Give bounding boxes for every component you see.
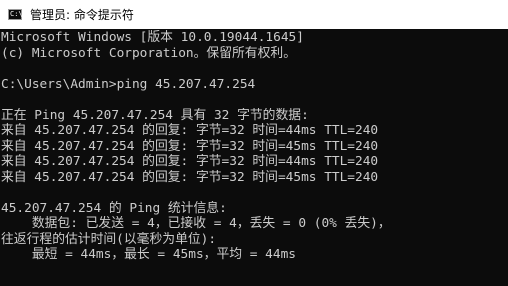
console-output[interactable]: Microsoft Windows [版本 10.0.19044.1645] (… (0, 29, 508, 286)
console-line-blank (1, 185, 508, 201)
cmd-icon-glyph: C:\ (10, 10, 23, 18)
console-line-packets: 数据包: 已发送 = 4，已接收 = 4，丢失 = 0 (0% 丢失)， (1, 216, 391, 231)
console-line-version: Microsoft Windows [版本 10.0.19044.1645] (1, 30, 304, 45)
console-line-reply: 来自 45.207.47.254 的回复: 字节=32 时间=45ms TTL=… (1, 169, 379, 185)
console-line-blank (1, 92, 508, 108)
window-title: 管理员: 命令提示符 (30, 8, 134, 22)
console-line-rtt-values: 最短 = 44ms，最长 = 45ms，平均 = 44ms (1, 247, 296, 262)
console-line-copyright: (c) Microsoft Corporation。保留所有权利。 (1, 45, 296, 61)
console-line-stats-header: 45.207.47.254 的 Ping 统计信息: (1, 200, 227, 216)
console-line-reply: 来自 45.207.47.254 的回复: 字节=32 时间=45ms TTL=… (1, 138, 379, 154)
console-line-reply: 来自 45.207.47.254 的回复: 字节=32 时间=44ms TTL=… (1, 154, 379, 169)
console-line-blank (1, 61, 508, 77)
command-prompt-window: C:\ 管理员: 命令提示符 Microsoft Windows [版本 10.… (0, 0, 508, 286)
console-line-command: C:\Users\Admin>ping 45.207.47.254 (1, 76, 256, 92)
cmd-icon[interactable]: C:\ (8, 9, 23, 20)
title-bar[interactable]: C:\ 管理员: 命令提示符 (0, 0, 508, 29)
console-line-ping-header: 正在 Ping 45.207.47.254 具有 32 字节的数据: (1, 107, 309, 123)
console-line-rtt-header: 往返行程的估计时间(以毫秒为单位): (1, 231, 217, 247)
console-line-reply: 来自 45.207.47.254 的回复: 字节=32 时间=44ms TTL=… (1, 123, 379, 138)
